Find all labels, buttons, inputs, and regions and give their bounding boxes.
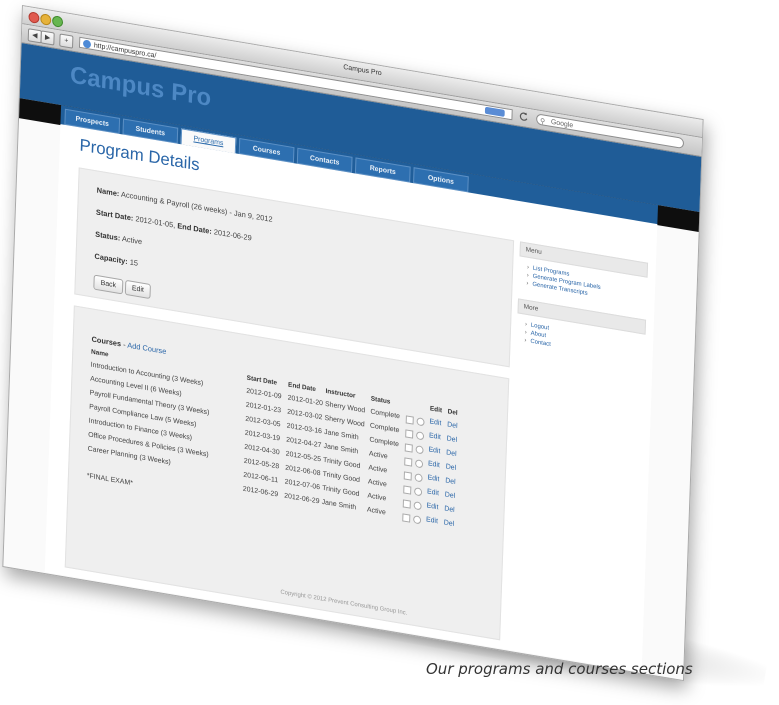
delete-course-link[interactable]: Del (447, 421, 458, 430)
edit-course-link[interactable]: Edit (429, 418, 441, 427)
col-header-instructor: Instructor (325, 387, 356, 400)
screenshot-caption: Our programs and courses sections (426, 660, 693, 678)
edit-course-link[interactable]: Edit (428, 446, 440, 455)
start-date-value: 2012-01-05, (135, 214, 176, 230)
courses-title: Courses (91, 334, 122, 349)
delete-course-link[interactable]: Del (444, 505, 455, 514)
sidebar: Menu List Programs Generate Program Labe… (516, 241, 649, 364)
col-header-edit: Edit (429, 405, 443, 415)
course-status: Complete (370, 408, 401, 421)
row-checkbox[interactable] (405, 429, 414, 439)
col-header-name: Name (90, 348, 109, 359)
add-course-link[interactable]: Add Course (127, 341, 166, 357)
edit-course-link[interactable]: Edit (429, 432, 441, 441)
row-radio[interactable] (414, 473, 423, 483)
delete-course-link[interactable]: Del (446, 449, 457, 458)
course-instructor: Sherry Wood (324, 400, 366, 415)
capacity-label: Capacity: (94, 251, 128, 267)
delete-course-link[interactable]: Del (446, 463, 457, 472)
edit-course-link[interactable]: Edit (427, 488, 439, 497)
edit-course-link[interactable]: Edit (426, 502, 438, 511)
edit-course-link[interactable]: Edit (428, 460, 440, 469)
row-checkbox[interactable] (404, 443, 413, 453)
status-value: Active (121, 234, 143, 247)
row-radio[interactable] (415, 431, 425, 441)
row-radio[interactable] (414, 487, 423, 497)
back-button[interactable]: Back (93, 274, 124, 295)
course-start-date: 2012-01-09 (246, 387, 282, 401)
delete-course-link[interactable]: Del (445, 491, 456, 500)
search-icon: ⚲ (539, 117, 546, 126)
row-radio[interactable] (416, 417, 425, 427)
capacity-value: 15 (129, 257, 139, 268)
row-checkbox[interactable] (404, 457, 413, 467)
program-status-row: Status: Active (95, 230, 142, 247)
edit-course-link[interactable]: Edit (426, 516, 438, 525)
row-checkbox[interactable] (405, 415, 414, 425)
program-capacity-row: Capacity: 15 (94, 252, 138, 268)
row-checkbox[interactable] (403, 485, 412, 495)
status-label: Status: (95, 229, 121, 243)
search-placeholder: Google (550, 118, 574, 130)
start-date-label: Start Date: (95, 207, 134, 223)
col-header-del: Del (447, 408, 458, 417)
row-checkbox[interactable] (402, 499, 411, 509)
end-date-value: 2012-06-29 (213, 227, 252, 243)
reload-icon[interactable] (518, 110, 529, 123)
row-checkbox[interactable] (402, 513, 411, 523)
name-label: Name: (96, 185, 120, 199)
course-end-date: 2012-01-20 (287, 394, 324, 408)
delete-course-link[interactable]: Del (444, 519, 455, 528)
globe-icon (82, 39, 92, 49)
screenshot-stage: Campus Pro ◀ ▶ + http://campuspro.ca/ ⚲ … (0, 0, 779, 686)
forward-arrow-icon[interactable]: ▶ (40, 30, 55, 46)
row-radio[interactable] (415, 459, 424, 469)
row-radio[interactable] (413, 515, 422, 525)
end-date-label: End Date: (177, 221, 212, 236)
add-bookmark-button[interactable]: + (59, 33, 74, 49)
col-header-end-date: End Date (287, 381, 316, 394)
col-header-status: Status (370, 395, 391, 406)
edit-program-button[interactable]: Edit (124, 279, 151, 300)
row-radio[interactable] (413, 501, 422, 511)
delete-course-link[interactable]: Del (447, 435, 458, 444)
browser-window: Campus Pro ◀ ▶ + http://campuspro.ca/ ⚲ … (2, 5, 704, 682)
col-header-start-date: Start Date (246, 374, 278, 387)
delete-course-link[interactable]: Del (445, 477, 456, 486)
edit-course-link[interactable]: Edit (427, 474, 439, 483)
row-checkbox[interactable] (403, 471, 412, 481)
row-radio[interactable] (415, 445, 424, 455)
